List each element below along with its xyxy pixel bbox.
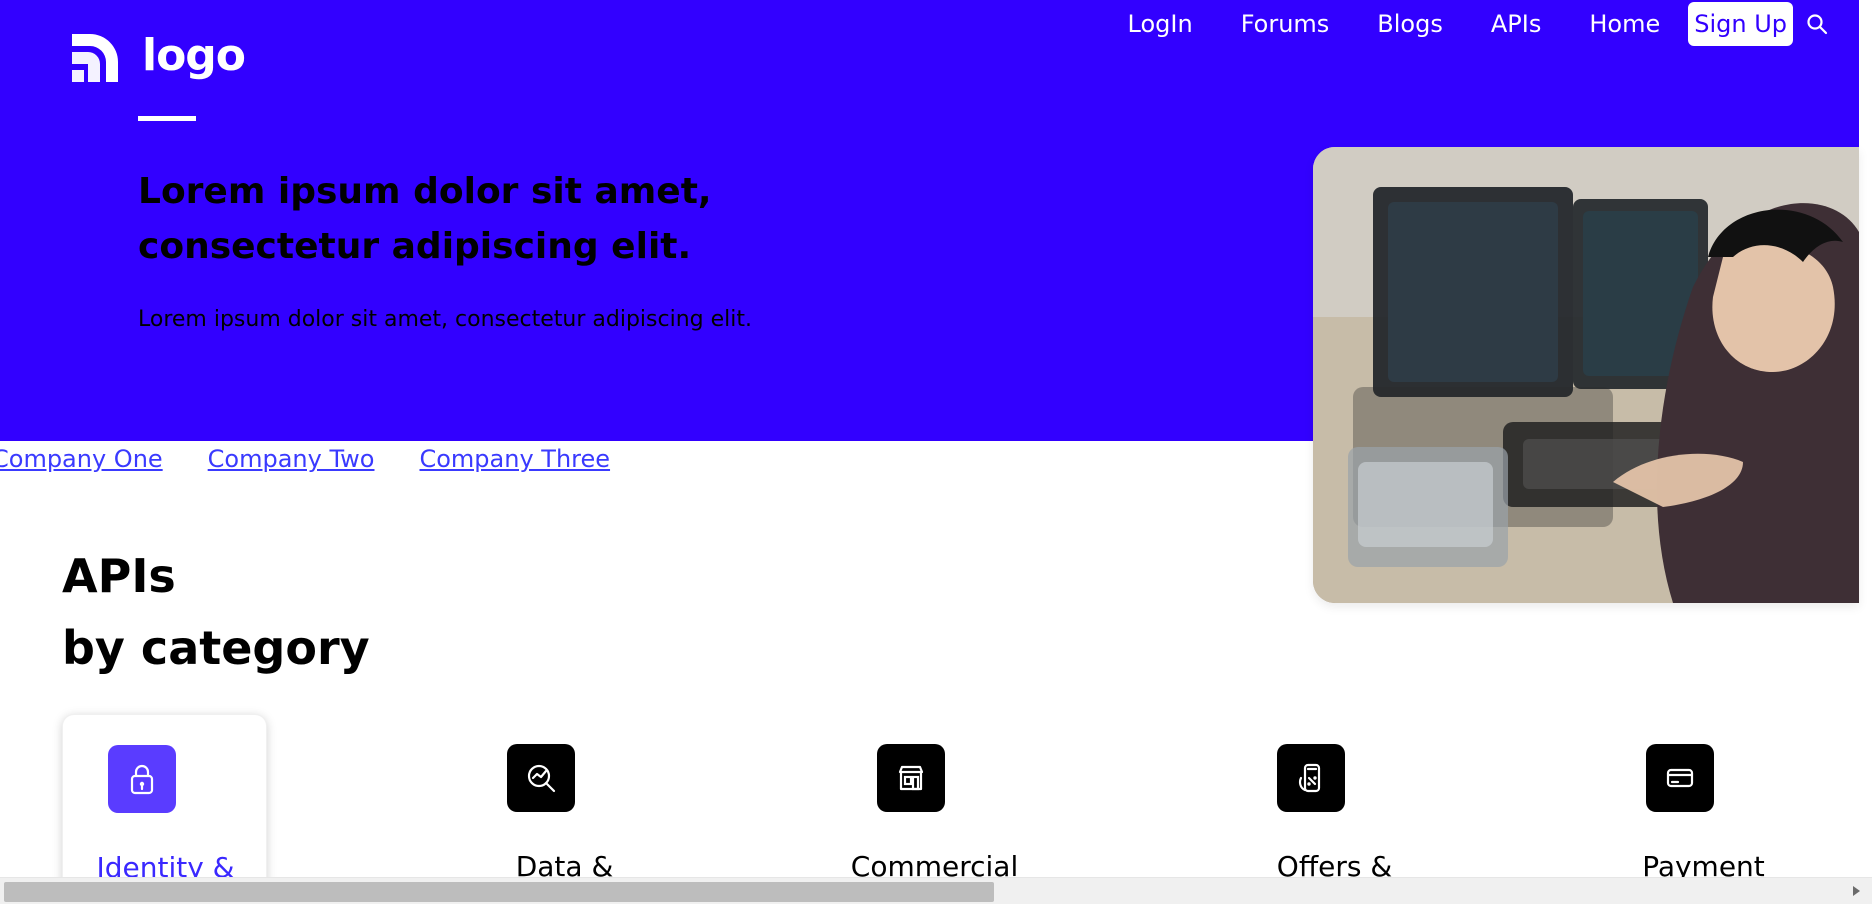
hero-accent-line bbox=[138, 116, 196, 121]
nav-login[interactable]: LogIn bbox=[1128, 0, 1193, 48]
category-card-data[interactable]: Data & bbox=[462, 714, 667, 904]
horizontal-scrollbar[interactable] bbox=[0, 877, 1872, 904]
company-links: Company One Company Two Company Three bbox=[0, 442, 610, 476]
top-nav: LogIn Forums Blogs APIs Home Sign Up bbox=[1080, 0, 1859, 48]
hero-title: Lorem ipsum dolor sit amet, consectetur … bbox=[138, 164, 758, 274]
company-two-link[interactable]: Company Two bbox=[208, 445, 375, 473]
lock-icon bbox=[108, 745, 176, 813]
logo-text: logo bbox=[142, 30, 246, 81]
search-icon[interactable] bbox=[1805, 12, 1829, 36]
offers-icon bbox=[1277, 744, 1345, 812]
company-three-link[interactable]: Company Three bbox=[419, 445, 610, 473]
storefront-icon bbox=[877, 744, 945, 812]
nav-blogs[interactable]: Blogs bbox=[1377, 0, 1443, 48]
scroll-right-arrow-icon[interactable] bbox=[1850, 884, 1864, 898]
logo[interactable]: logo bbox=[62, 26, 252, 90]
nav-apis[interactable]: APIs bbox=[1491, 0, 1541, 48]
hero-title-line-2: consectetur adipiscing elit. bbox=[138, 226, 692, 267]
category-card-commercial[interactable]: Commercial bbox=[832, 714, 1037, 904]
nav-home[interactable]: Home bbox=[1589, 0, 1660, 48]
section-title-line-2: by category bbox=[62, 621, 370, 675]
hero-title-line-1: Lorem ipsum dolor sit amet, bbox=[138, 171, 712, 212]
category-cards: Identity & Data & Commercial Offers & Pa… bbox=[62, 714, 1852, 904]
logo-icon bbox=[72, 34, 118, 82]
apis-by-category-title: APIs by category bbox=[62, 540, 370, 684]
category-card-identity[interactable]: Identity & bbox=[62, 714, 267, 904]
signup-button[interactable]: Sign Up bbox=[1688, 2, 1793, 46]
hero-subtitle: Lorem ipsum dolor sit amet, consectetur … bbox=[138, 307, 752, 332]
horizontal-scrollbar-thumb[interactable] bbox=[4, 882, 994, 902]
page: logo LogIn Forums Blogs APIs Home Sign U… bbox=[0, 0, 1872, 904]
section-title-line-1: APIs bbox=[62, 549, 176, 603]
nav-forums[interactable]: Forums bbox=[1241, 0, 1330, 48]
company-one-link[interactable]: Company One bbox=[0, 445, 163, 473]
hero-image bbox=[1313, 147, 1859, 603]
category-card-offers[interactable]: Offers & bbox=[1232, 714, 1437, 904]
card-icon bbox=[1646, 744, 1714, 812]
analytics-icon bbox=[507, 744, 575, 812]
category-card-payment[interactable]: Payment bbox=[1601, 714, 1806, 904]
